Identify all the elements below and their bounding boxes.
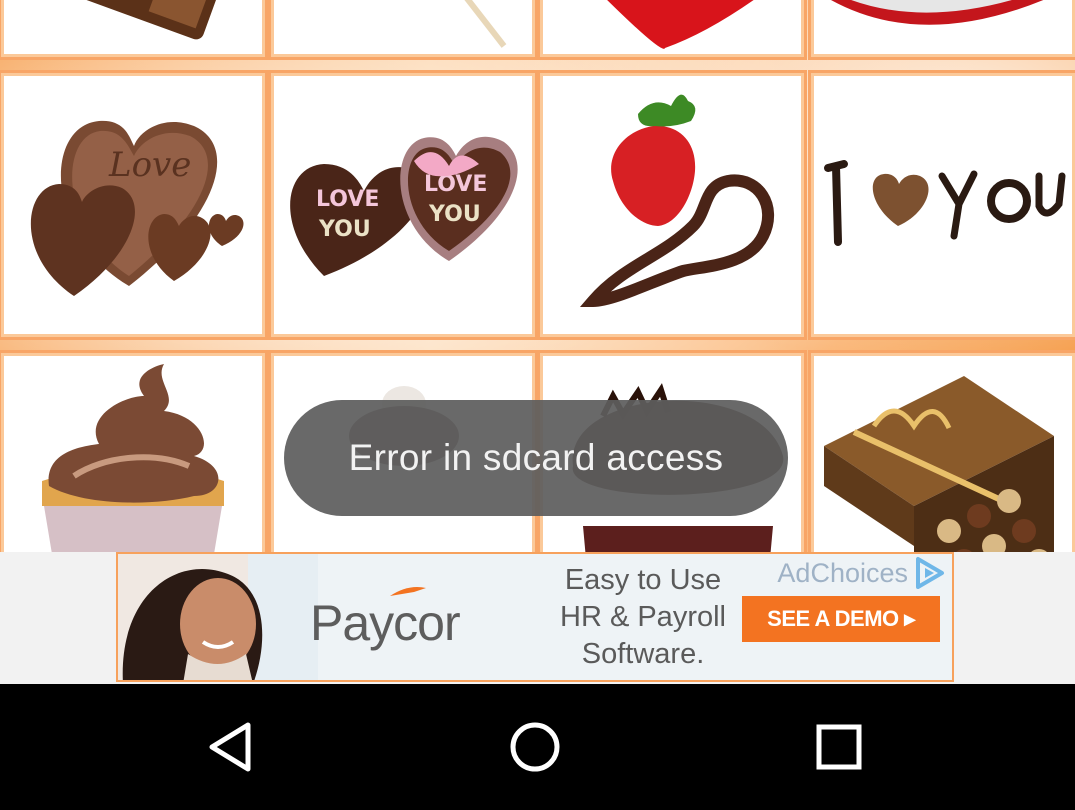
gallery-tile-i-love-you-chocolate[interactable]: [814, 76, 1072, 334]
svg-text:YOU: YOU: [428, 202, 481, 227]
ad-woman-photo: [118, 554, 318, 680]
see-a-demo-button[interactable]: SEE A DEMO ▸: [742, 596, 940, 642]
toast-notification: Error in sdcard access: [284, 400, 788, 516]
gallery-tile-strawberry-chocolate-heart[interactable]: [543, 76, 801, 334]
gallery-tile-heart-box[interactable]: [814, 0, 1072, 54]
ad-tagline-line-2: HR & Payroll: [560, 601, 726, 633]
ad-tagline: Easy to Use HR & Payroll Software.: [538, 562, 748, 673]
ad-banner[interactable]: Paycor Easy to Use HR & Payroll Software…: [116, 552, 954, 682]
adchoices-label: AdChoices: [777, 557, 908, 588]
adchoices-icon: [916, 557, 944, 589]
ad-tagline-line-1: Easy to Use: [564, 564, 722, 596]
gallery-tile-chocolate-cupcake[interactable]: [4, 356, 262, 552]
gallery-tile-chocolate-gift-box[interactable]: [814, 356, 1072, 552]
recents-button[interactable]: [779, 684, 899, 810]
svg-text:LOVE: LOVE: [316, 187, 379, 212]
gallery-tile-chocolate-piece[interactable]: [4, 0, 262, 54]
svg-text:Love: Love: [108, 145, 191, 185]
gallery-tile-red-heart[interactable]: [543, 0, 801, 54]
toast-message: Error in sdcard access: [348, 437, 724, 478]
gallery-tile-lollipop[interactable]: [274, 0, 532, 54]
home-icon: [510, 722, 560, 772]
svg-text:LOVE: LOVE: [424, 172, 487, 197]
back-button[interactable]: [172, 684, 292, 810]
svg-text:YOU: YOU: [318, 217, 371, 242]
home-button[interactable]: [475, 684, 595, 810]
image-gallery: Love LOVE YOU LOVE YOU Error in sdcard a…: [0, 0, 1075, 552]
recents-icon: [816, 724, 862, 770]
gallery-tile-love-heart-chocolates[interactable]: Love: [4, 76, 262, 334]
gallery-tile-love-you-heart-chocolates[interactable]: LOVE YOU LOVE YOU: [274, 76, 532, 334]
ad-tagline-line-3: Software.: [581, 638, 705, 670]
ad-bar: Paycor Easy to Use HR & Payroll Software…: [0, 552, 1075, 684]
back-icon: [209, 722, 251, 772]
navigation-bar: [0, 684, 1075, 810]
ad-brand-name: Paycor: [310, 595, 461, 651]
adchoices-link[interactable]: AdChoices: [777, 556, 946, 590]
